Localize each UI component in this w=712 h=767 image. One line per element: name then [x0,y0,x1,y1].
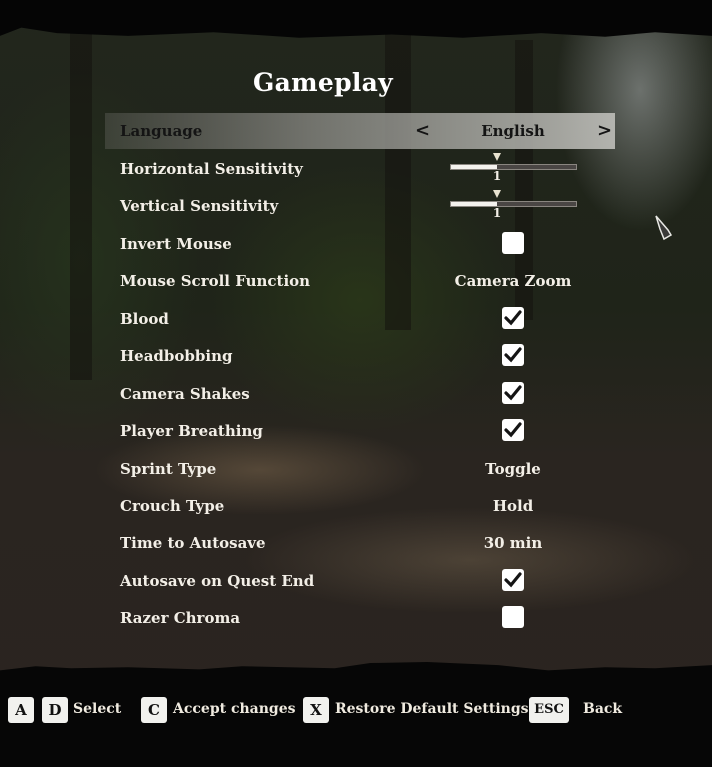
setting-row-headbobbing: Headbobbing [105,338,615,374]
horizontal-sensitivity-slider[interactable]: 1 [450,151,577,187]
setting-label: Headbobbing [120,347,233,365]
restore-defaults-button[interactable]: Restore Default Settings [335,701,528,717]
key-c[interactable]: C [141,697,167,723]
slider-thumb-icon[interactable] [492,190,501,198]
setting-row-language[interactable]: Language < English > [105,113,615,149]
setting-row-blood: Blood [105,301,615,337]
slider-thumb-icon[interactable] [492,153,501,161]
setting-label: Vertical Sensitivity [120,197,279,215]
check-icon [504,572,522,588]
language-value: English [481,122,545,140]
check-icon [504,310,522,326]
mouse-scroll-function-value[interactable]: Camera Zoom [413,272,613,290]
time-to-autosave-value[interactable]: 30 min [413,534,613,552]
slider-value: 1 [492,169,502,183]
setting-row-mouse-scroll-function[interactable]: Mouse Scroll Function Camera Zoom [105,263,615,299]
key-esc[interactable]: ESC [529,697,569,723]
player-breathing-checkbox[interactable] [502,419,524,441]
setting-row-crouch-type[interactable]: Crouch Type Hold [105,488,615,524]
chevron-right-icon[interactable]: > [597,120,612,141]
setting-label: Time to Autosave [120,534,266,552]
autosave-on-quest-end-checkbox[interactable] [502,569,524,591]
key-d[interactable]: D [42,697,68,723]
setting-label: Mouse Scroll Function [120,272,311,290]
razer-chroma-checkbox[interactable] [502,606,524,628]
back-button[interactable]: Back [583,701,622,717]
page-title: Gameplay [252,68,393,97]
setting-label: Blood [120,310,169,328]
setting-label: Invert Mouse [120,235,232,253]
check-icon [504,347,522,363]
crouch-type-value[interactable]: Hold [413,497,613,515]
invert-mouse-checkbox[interactable] [502,232,524,254]
setting-row-player-breathing: Player Breathing [105,413,615,449]
headbobbing-checkbox[interactable] [502,344,524,366]
vertical-sensitivity-slider[interactable]: 1 [450,188,577,224]
setting-label: Camera Shakes [120,385,250,403]
setting-label: Language [120,122,203,140]
setting-label: Crouch Type [120,497,225,515]
setting-label: Player Breathing [120,422,263,440]
setting-row-camera-shakes: Camera Shakes [105,376,615,412]
footer-hints: A D Select C Accept changes X Restore De… [0,697,712,725]
setting-row-sprint-type[interactable]: Sprint Type Toggle [105,451,615,487]
select-hint[interactable]: Select [73,701,121,717]
setting-row-autosave-on-quest-end: Autosave on Quest End [105,563,615,599]
check-icon [504,422,522,438]
setting-label: Razer Chroma [120,609,241,627]
key-a[interactable]: A [8,697,34,723]
key-x[interactable]: X [303,697,329,723]
setting-label: Sprint Type [120,460,217,478]
setting-row-time-to-autosave[interactable]: Time to Autosave 30 min [105,525,615,561]
setting-label: Horizontal Sensitivity [120,160,303,178]
check-icon [504,385,522,401]
blood-checkbox[interactable] [502,307,524,329]
sprint-type-value[interactable]: Toggle [413,460,613,478]
setting-label: Autosave on Quest End [120,572,315,590]
setting-row-vertical-sensitivity: Vertical Sensitivity 1 [105,188,615,224]
slider-value: 1 [492,206,502,220]
camera-shakes-checkbox[interactable] [502,382,524,404]
setting-row-horizontal-sensitivity: Horizontal Sensitivity 1 [105,151,615,187]
pointer-cursor-icon [655,215,673,245]
setting-row-invert-mouse: Invert Mouse [105,226,615,262]
accept-changes-button[interactable]: Accept changes [173,701,295,717]
setting-row-razer-chroma: Razer Chroma [105,600,615,636]
